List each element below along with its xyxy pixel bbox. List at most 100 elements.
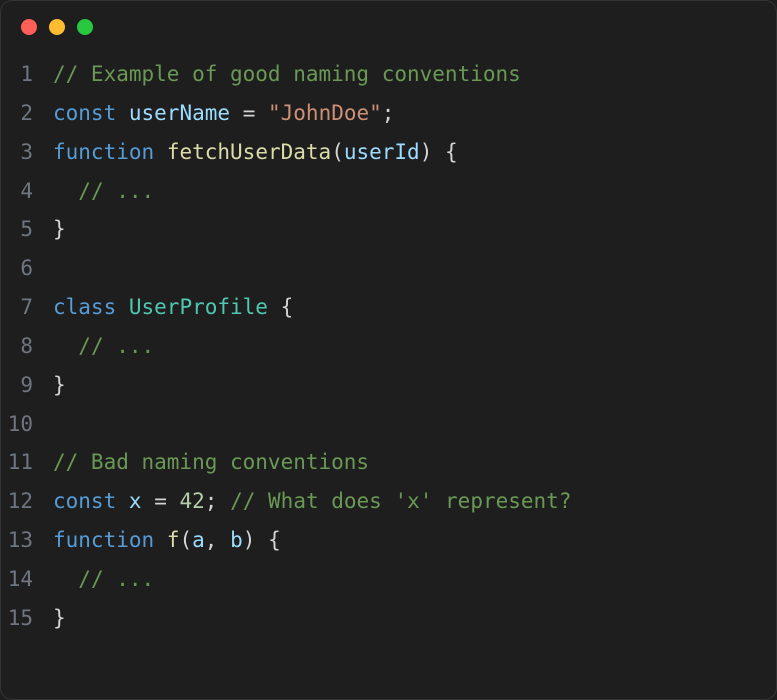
- token-punct: [116, 101, 129, 125]
- maximize-icon[interactable]: [77, 19, 93, 35]
- token-comment: // ...: [78, 334, 154, 358]
- token-keyword: function: [53, 528, 154, 552]
- line-number: 4: [1, 172, 53, 211]
- token-punct: [53, 334, 78, 358]
- token-punct: [154, 528, 167, 552]
- code-line: 9}: [1, 366, 776, 405]
- line-number: 13: [1, 521, 53, 560]
- token-comment: // ...: [78, 179, 154, 203]
- token-punct: ;: [205, 489, 218, 513]
- token-punct: [268, 295, 281, 319]
- token-punct: [217, 489, 230, 513]
- token-punct: [53, 567, 78, 591]
- token-keyword: const: [53, 101, 116, 125]
- token-punct: [217, 528, 230, 552]
- token-punct: ;: [382, 101, 395, 125]
- token-comment: // Example of good naming conventions: [53, 62, 521, 86]
- token-punct: [154, 140, 167, 164]
- token-number: 42: [180, 489, 205, 513]
- token-keyword: function: [53, 140, 154, 164]
- code-line: 10: [1, 405, 776, 444]
- code-content: // ...: [53, 560, 154, 599]
- line-number: 5: [1, 210, 53, 249]
- code-line: 11// Bad naming conventions: [1, 443, 776, 482]
- token-punct: ): [243, 528, 256, 552]
- token-punct: [255, 101, 268, 125]
- token-punct: }: [53, 606, 66, 630]
- token-param: a: [192, 528, 205, 552]
- token-punct: [167, 489, 180, 513]
- code-content: }: [53, 210, 66, 249]
- token-punct: ,: [205, 528, 218, 552]
- token-punct: [116, 489, 129, 513]
- token-comment: // What does 'x' represent?: [230, 489, 571, 513]
- line-number: 7: [1, 288, 53, 327]
- code-line: 12const x = 42; // What does 'x' represe…: [1, 482, 776, 521]
- token-punct: {: [268, 528, 281, 552]
- code-content: function f(a, b) {: [53, 521, 281, 560]
- code-line: 2const userName = "JohnDoe";: [1, 94, 776, 133]
- code-content: // Bad naming conventions: [53, 443, 369, 482]
- token-punct: }: [53, 373, 66, 397]
- token-punct: ): [420, 140, 433, 164]
- minimize-icon[interactable]: [49, 19, 65, 35]
- token-string: "JohnDoe": [268, 101, 382, 125]
- token-param: b: [230, 528, 243, 552]
- code-line: 1// Example of good naming conventions: [1, 55, 776, 94]
- token-keyword: const: [53, 489, 116, 513]
- code-content: [53, 249, 66, 288]
- token-ident: userName: [129, 101, 230, 125]
- token-param: userId: [344, 140, 420, 164]
- token-ident: x: [129, 489, 142, 513]
- token-punct: [53, 179, 78, 203]
- token-operator: =: [243, 101, 256, 125]
- token-punct: [432, 140, 445, 164]
- token-class: UserProfile: [129, 295, 268, 319]
- code-content: function fetchUserData(userId) {: [53, 133, 458, 172]
- token-punct: [116, 295, 129, 319]
- titlebar: [1, 1, 776, 45]
- token-func: fetchUserData: [167, 140, 331, 164]
- line-number: 12: [1, 482, 53, 521]
- code-content: // ...: [53, 327, 154, 366]
- token-punct: }: [53, 217, 66, 241]
- editor-window: 1// Example of good naming conventions2c…: [0, 0, 777, 700]
- token-func: f: [167, 528, 180, 552]
- line-number: 11: [1, 443, 53, 482]
- token-punct: [142, 489, 155, 513]
- line-number: 9: [1, 366, 53, 405]
- line-number: 3: [1, 133, 53, 172]
- token-operator: =: [154, 489, 167, 513]
- code-line: 3function fetchUserData(userId) {: [1, 133, 776, 172]
- line-number: 8: [1, 327, 53, 366]
- code-content: // ...: [53, 172, 154, 211]
- token-punct: (: [179, 528, 192, 552]
- line-number: 2: [1, 94, 53, 133]
- token-comment: // ...: [78, 567, 154, 591]
- code-area[interactable]: 1// Example of good naming conventions2c…: [1, 45, 776, 638]
- code-line: 15}: [1, 599, 776, 638]
- code-line: 5}: [1, 210, 776, 249]
- code-content: const x = 42; // What does 'x' represent…: [53, 482, 571, 521]
- code-content: [53, 405, 66, 444]
- line-number: 14: [1, 560, 53, 599]
- line-number: 10: [1, 405, 53, 444]
- token-punct: {: [445, 140, 458, 164]
- code-content: }: [53, 599, 66, 638]
- code-content: class UserProfile {: [53, 288, 293, 327]
- close-icon[interactable]: [21, 19, 37, 35]
- token-keyword: class: [53, 295, 116, 319]
- line-number: 1: [1, 55, 53, 94]
- token-punct: (: [331, 140, 344, 164]
- code-line: 6: [1, 249, 776, 288]
- code-line: 4 // ...: [1, 172, 776, 211]
- code-line: 13function f(a, b) {: [1, 521, 776, 560]
- line-number: 15: [1, 599, 53, 638]
- token-punct: {: [281, 295, 294, 319]
- code-line: 8 // ...: [1, 327, 776, 366]
- code-content: }: [53, 366, 66, 405]
- token-comment: // Bad naming conventions: [53, 450, 369, 474]
- code-content: // Example of good naming conventions: [53, 55, 521, 94]
- token-punct: [230, 101, 243, 125]
- token-punct: [255, 528, 268, 552]
